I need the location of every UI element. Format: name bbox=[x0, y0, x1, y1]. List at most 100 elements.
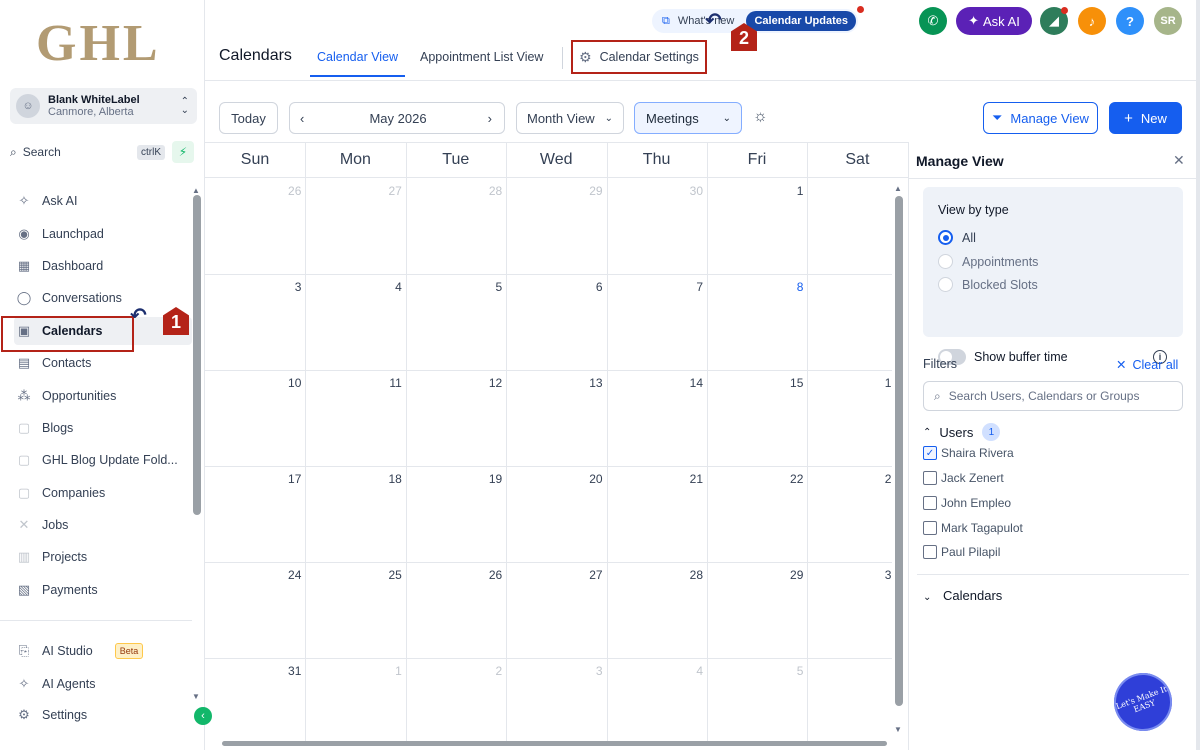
sidebar-item-label: Companies bbox=[42, 486, 106, 500]
account-switcher[interactable]: ☺ Blank WhiteLabel Canmore, Alberta ⌃ ⌄ bbox=[10, 88, 197, 124]
whats-new-banner[interactable]: ⧉ What's new Calendar Updates bbox=[652, 9, 858, 33]
account-name: Blank WhiteLabel bbox=[48, 94, 140, 106]
notifications-button[interactable]: ♪ bbox=[1078, 7, 1106, 35]
day-number: 10 bbox=[288, 376, 302, 390]
sidebar-item-blogs[interactable]: ▢ Blogs bbox=[14, 414, 192, 442]
filter-search-input[interactable]: ⌕ Search Users, Calendars or Groups bbox=[923, 381, 1183, 411]
scroll-down-arrow-icon[interactable]: ▼ bbox=[894, 725, 902, 734]
day-number: 24 bbox=[288, 568, 302, 582]
user-avatar[interactable]: SR bbox=[1154, 7, 1182, 35]
radio-selected-icon bbox=[938, 230, 953, 245]
ask-ai-button[interactable]: ✦ Ask AI bbox=[956, 7, 1032, 35]
day-number: 29 bbox=[790, 568, 804, 582]
day-number: 20 bbox=[589, 472, 603, 486]
new-button[interactable]: + New bbox=[1109, 102, 1182, 134]
sidebar-item-label: AI Studio bbox=[42, 644, 93, 658]
weekday-label: Wed bbox=[539, 151, 573, 168]
sidebar-item-dashboard[interactable]: ▦ Dashboard bbox=[14, 252, 192, 280]
header-divider bbox=[205, 80, 1196, 81]
sidebar-item-ghl-blog-update-folder[interactable]: ▢ GHL Blog Update Fold... bbox=[14, 446, 192, 474]
sidebar-item-ai-studio[interactable]: ⎘ AI Studio Beta bbox=[14, 637, 192, 665]
chevron-down-icon: ⌄ bbox=[722, 112, 731, 124]
calendar-filter-select[interactable]: Meetings ⌄ bbox=[634, 102, 742, 134]
day-number: 30 bbox=[689, 184, 703, 198]
close-icon[interactable]: ✕ bbox=[1173, 152, 1185, 169]
user-checkbox[interactable]: Mark Tagapulot bbox=[923, 521, 1023, 535]
scroll-up-arrow-icon[interactable]: ▲ bbox=[894, 184, 902, 193]
tab-appointment-list-view[interactable]: Appointment List View bbox=[420, 50, 543, 64]
manage-view-label: Manage View bbox=[1010, 110, 1089, 126]
radio-appointments[interactable]: Appointments bbox=[938, 254, 1038, 269]
scroll-down-arrow-icon[interactable]: ▼ bbox=[192, 692, 200, 701]
sidebar-item-ai-agents[interactable]: ✧ AI Agents bbox=[14, 670, 192, 698]
users-section-toggle[interactable]: ⌃ Users 1 bbox=[923, 423, 1001, 441]
chevron-down-icon: ⌄ bbox=[923, 592, 932, 603]
sidebar-item-label: Dashboard bbox=[42, 259, 104, 273]
radio-blocked-slots[interactable]: Blocked Slots bbox=[938, 277, 1038, 292]
lightbulb-icon[interactable]: ☼ bbox=[753, 108, 768, 126]
sidebar-item-opportunities[interactable]: ⁂ Opportunities bbox=[14, 382, 192, 410]
view-select[interactable]: Month View ⌄ bbox=[516, 102, 624, 134]
sidebar-search[interactable]: ⌕ Search ctrlK bbox=[10, 141, 165, 163]
tab-calendar-view[interactable]: Calendar View bbox=[317, 50, 398, 64]
help-button[interactable]: ? bbox=[1116, 7, 1144, 35]
day-cell[interactable] bbox=[807, 178, 907, 274]
day-number: 26 bbox=[488, 568, 503, 582]
day-number: 11 bbox=[389, 376, 402, 390]
weekday-label: Sun bbox=[240, 151, 270, 168]
clear-all-label: Clear all bbox=[1132, 358, 1179, 372]
month-calendar-grid: Sun Mon Tue Wed Thu Fri Sat 26 27 28 29 30 1 3 4 5 6 7 8 1… bbox=[205, 142, 908, 742]
filters-label: Filters bbox=[923, 357, 958, 371]
sidebar-item-jobs[interactable]: ✕ Jobs bbox=[14, 511, 192, 539]
sidebar-item-projects[interactable]: ▥ Projects bbox=[14, 543, 192, 571]
sparkle-icon: ✦ bbox=[968, 13, 980, 28]
day-cell[interactable] bbox=[807, 370, 907, 466]
day-number: 26 bbox=[288, 184, 302, 198]
sidebar-item-contacts[interactable]: ▤ Contacts bbox=[14, 349, 192, 377]
day-number: 18 bbox=[388, 472, 402, 486]
search-shortcut: ctrlK bbox=[137, 144, 165, 160]
day-number: 27 bbox=[388, 184, 402, 198]
day-cell[interactable] bbox=[807, 466, 907, 562]
day-cell[interactable] bbox=[807, 658, 907, 742]
user-checkbox[interactable]: ✓ Shaira Rivera bbox=[923, 446, 1014, 460]
sidebar-item-payments[interactable]: ▧ Payments bbox=[14, 576, 192, 604]
calendar-horizontal-scrollbar[interactable] bbox=[222, 741, 887, 746]
sidebar-item-ask-ai[interactable]: ✧ Ask AI bbox=[14, 187, 192, 215]
sidebar-item-conversations[interactable]: ◯ Conversations bbox=[14, 284, 192, 312]
calendar-updates-pill[interactable]: Calendar Updates bbox=[746, 11, 856, 31]
user-checkbox[interactable]: Paul Pilapil bbox=[923, 545, 1000, 559]
calendar-scrollbar[interactable] bbox=[895, 196, 903, 706]
active-tab-indicator bbox=[310, 75, 405, 77]
sidebar-item-settings[interactable]: ⚙ Settings bbox=[14, 701, 192, 729]
sidebar-item-label: Conversations bbox=[42, 291, 122, 305]
bell-icon: ♪ bbox=[1088, 13, 1096, 29]
sidebar-item-label: Settings bbox=[42, 708, 88, 722]
brand-logo[interactable]: GHL bbox=[36, 14, 161, 73]
scroll-up-arrow-icon[interactable]: ▲ bbox=[192, 186, 200, 195]
tab-calendar-settings[interactable]: ⚙ Calendar Settings bbox=[571, 40, 707, 74]
chevron-right-icon[interactable]: › bbox=[488, 111, 492, 126]
sidebar-item-launchpad[interactable]: ◉ Launchpad bbox=[14, 220, 192, 248]
calendars-section-toggle[interactable]: ⌄ Calendars bbox=[923, 588, 1002, 603]
phone-button[interactable]: ✆ bbox=[919, 7, 947, 35]
chevron-down-icon: ⌄ bbox=[604, 112, 613, 124]
phone-icon: ✆ bbox=[927, 13, 939, 28]
today-button[interactable]: Today bbox=[219, 102, 278, 134]
user-name: Paul Pilapil bbox=[941, 545, 1001, 559]
day-number: 3 bbox=[294, 280, 302, 294]
sidebar-item-companies[interactable]: ▢ Companies bbox=[14, 479, 192, 507]
day-cell[interactable] bbox=[807, 274, 907, 370]
sidebar-item-label: Contacts bbox=[42, 356, 92, 370]
day-number: 8 bbox=[796, 280, 804, 294]
quick-action-bolt-icon[interactable]: ⚡ bbox=[172, 141, 194, 163]
sidebar-scrollbar[interactable] bbox=[193, 195, 201, 515]
manage-view-button[interactable]: ⏷ Manage View bbox=[983, 102, 1098, 134]
day-cell[interactable] bbox=[807, 562, 907, 658]
beta-badge: Beta bbox=[114, 643, 144, 659]
user-checkbox[interactable]: John Empleo bbox=[923, 496, 1011, 510]
chevron-up-icon: ⌃ bbox=[923, 426, 932, 438]
user-checkbox[interactable]: Jack Zenert bbox=[923, 471, 1004, 485]
radio-all[interactable]: All bbox=[938, 230, 976, 245]
clear-all-link[interactable]: ✕ Clear all bbox=[1116, 357, 1178, 372]
